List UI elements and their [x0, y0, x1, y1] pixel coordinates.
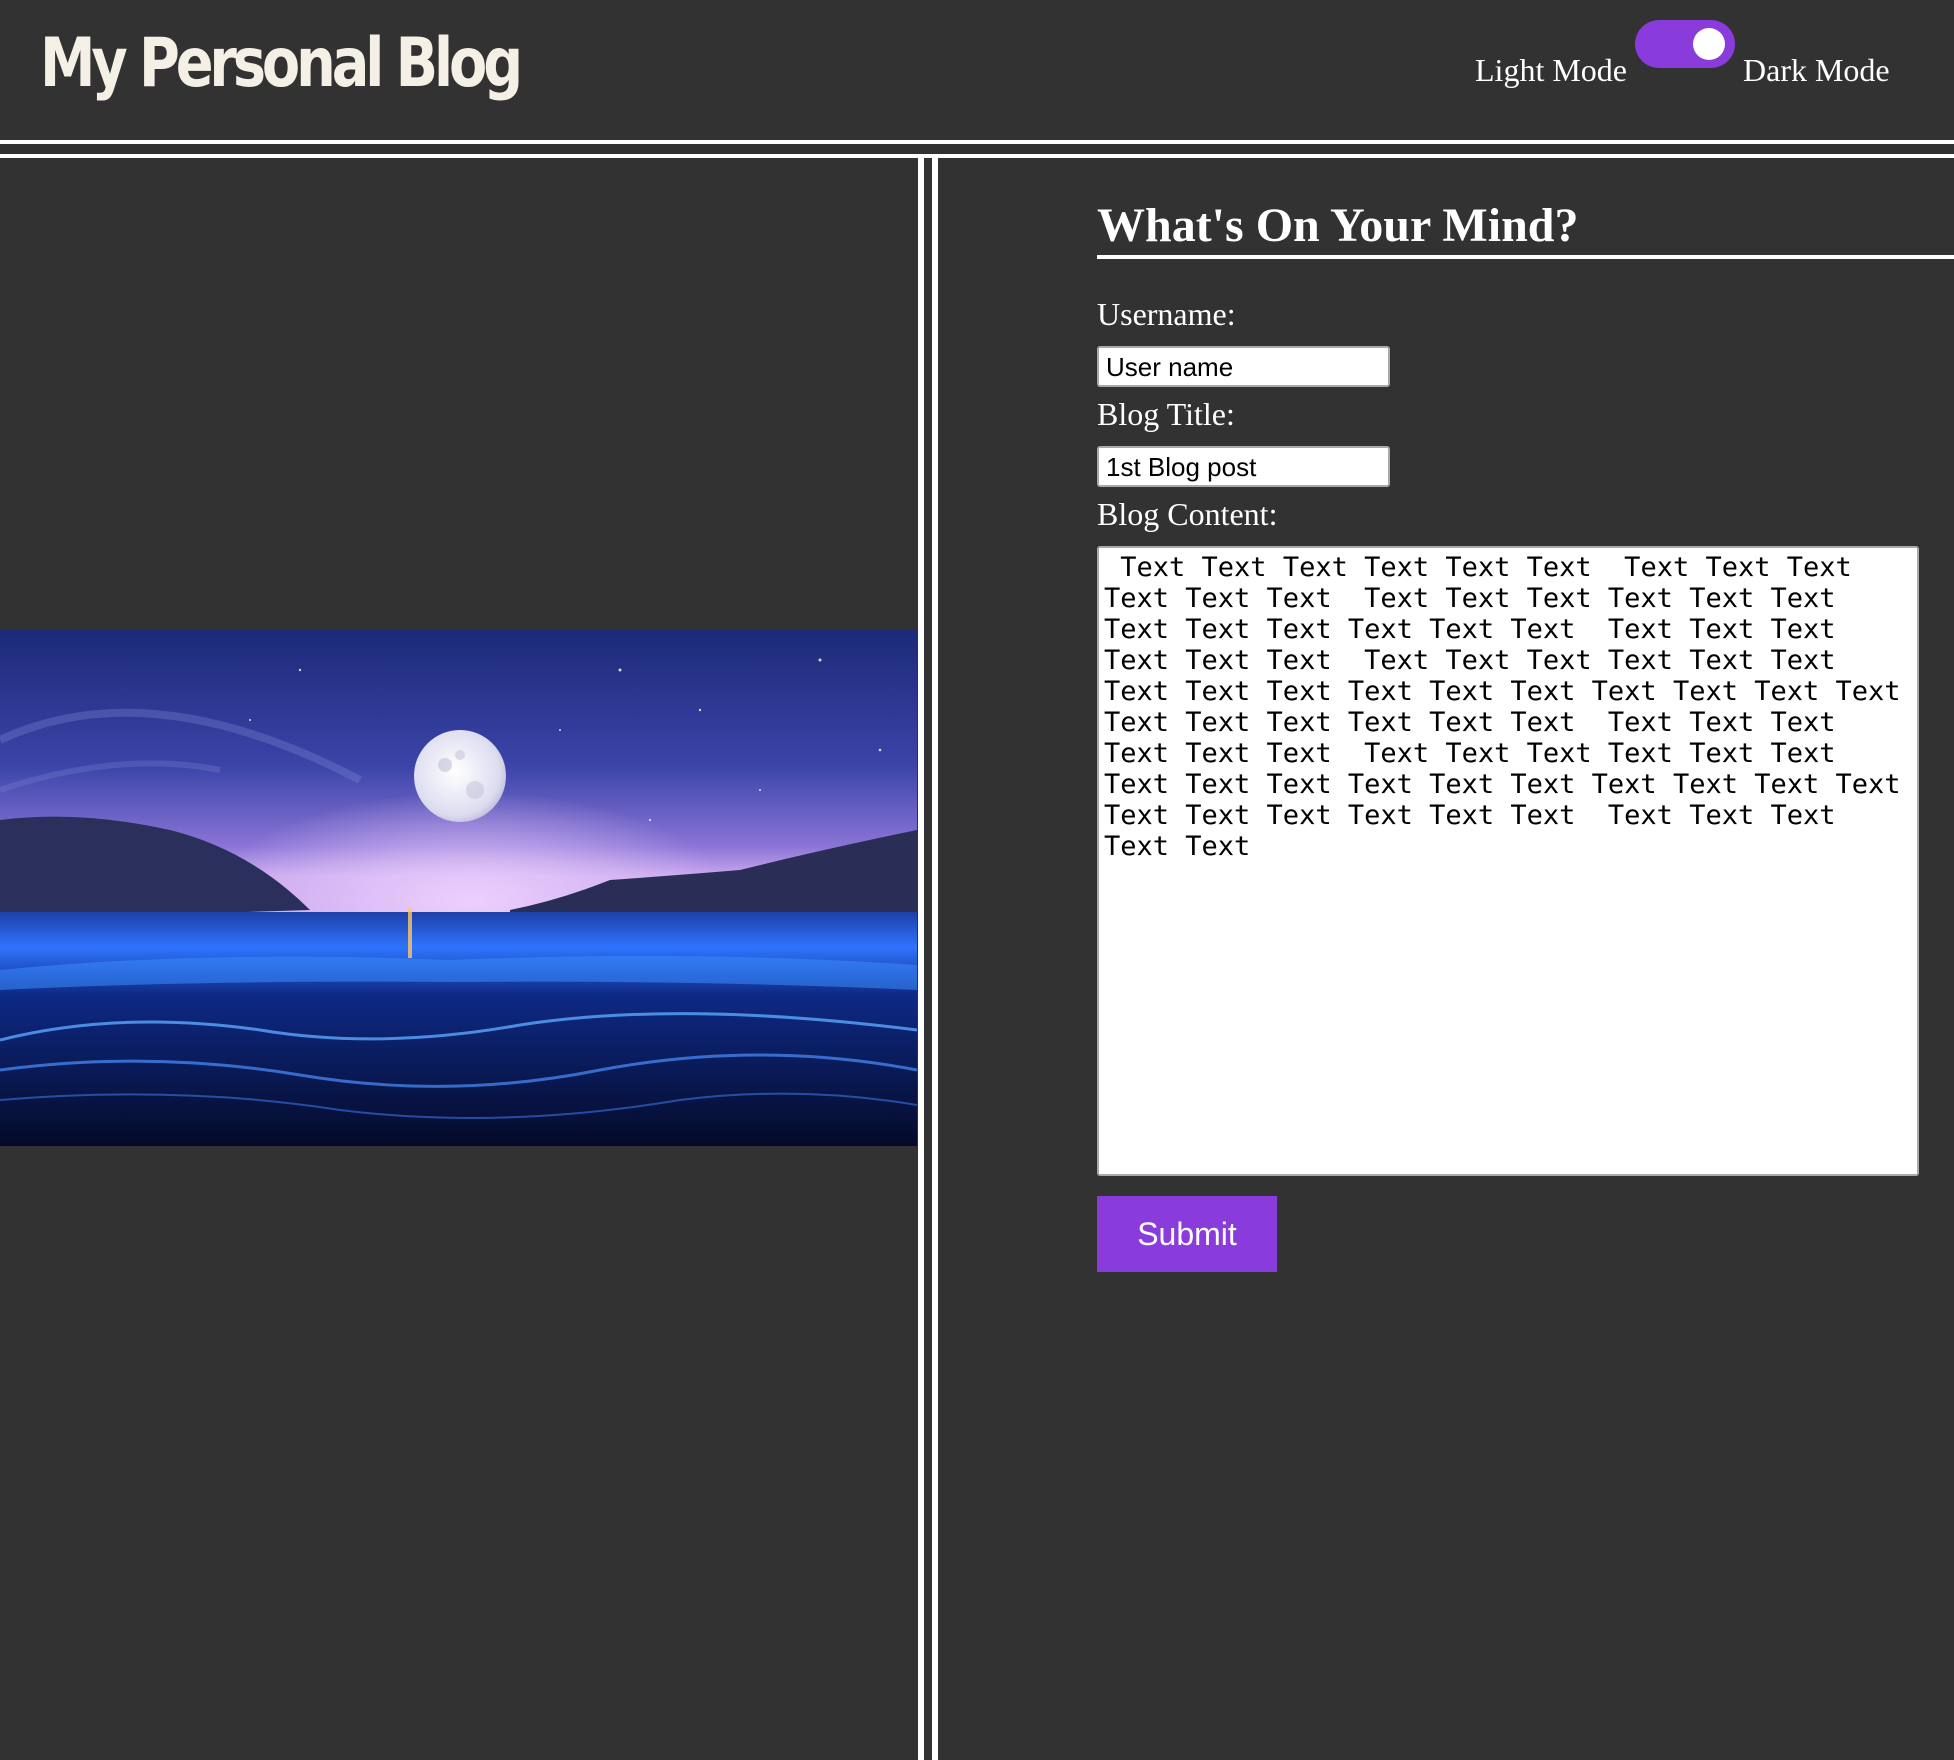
site-header: My Personal Blog Light Mode Dark Mode	[0, 0, 1954, 140]
submit-button[interactable]: Submit	[1097, 1196, 1277, 1272]
theme-toggle[interactable]	[1635, 20, 1735, 68]
username-input[interactable]: User name	[1097, 346, 1390, 387]
header-divider-bottom	[0, 154, 1954, 158]
heading-underline	[1097, 255, 1954, 259]
column-divider-right	[932, 158, 938, 1760]
column-divider-left	[918, 158, 924, 1760]
blog-title-input[interactable]: 1st Blog post	[1097, 446, 1390, 487]
form-heading: What's On Your Mind?	[1097, 199, 1579, 252]
hero-image	[0, 630, 917, 1146]
blog-content-textarea[interactable]: Text Text Text Text Text Text Text Text …	[1097, 546, 1919, 1176]
blog-content-label: Blog Content:	[1097, 496, 1278, 532]
toggle-knob	[1693, 28, 1725, 60]
header-divider-top	[0, 140, 1954, 144]
blog-form: What's On Your Mind? Username: User name…	[1097, 198, 1954, 1272]
dark-mode-label: Dark Mode	[1743, 52, 1890, 88]
username-label: Username:	[1097, 296, 1236, 332]
site-title: My Personal Blog	[40, 24, 523, 103]
moonlit-beach-image	[0, 630, 917, 1146]
light-mode-label: Light Mode	[1475, 52, 1627, 88]
blog-title-label: Blog Title:	[1097, 396, 1235, 432]
